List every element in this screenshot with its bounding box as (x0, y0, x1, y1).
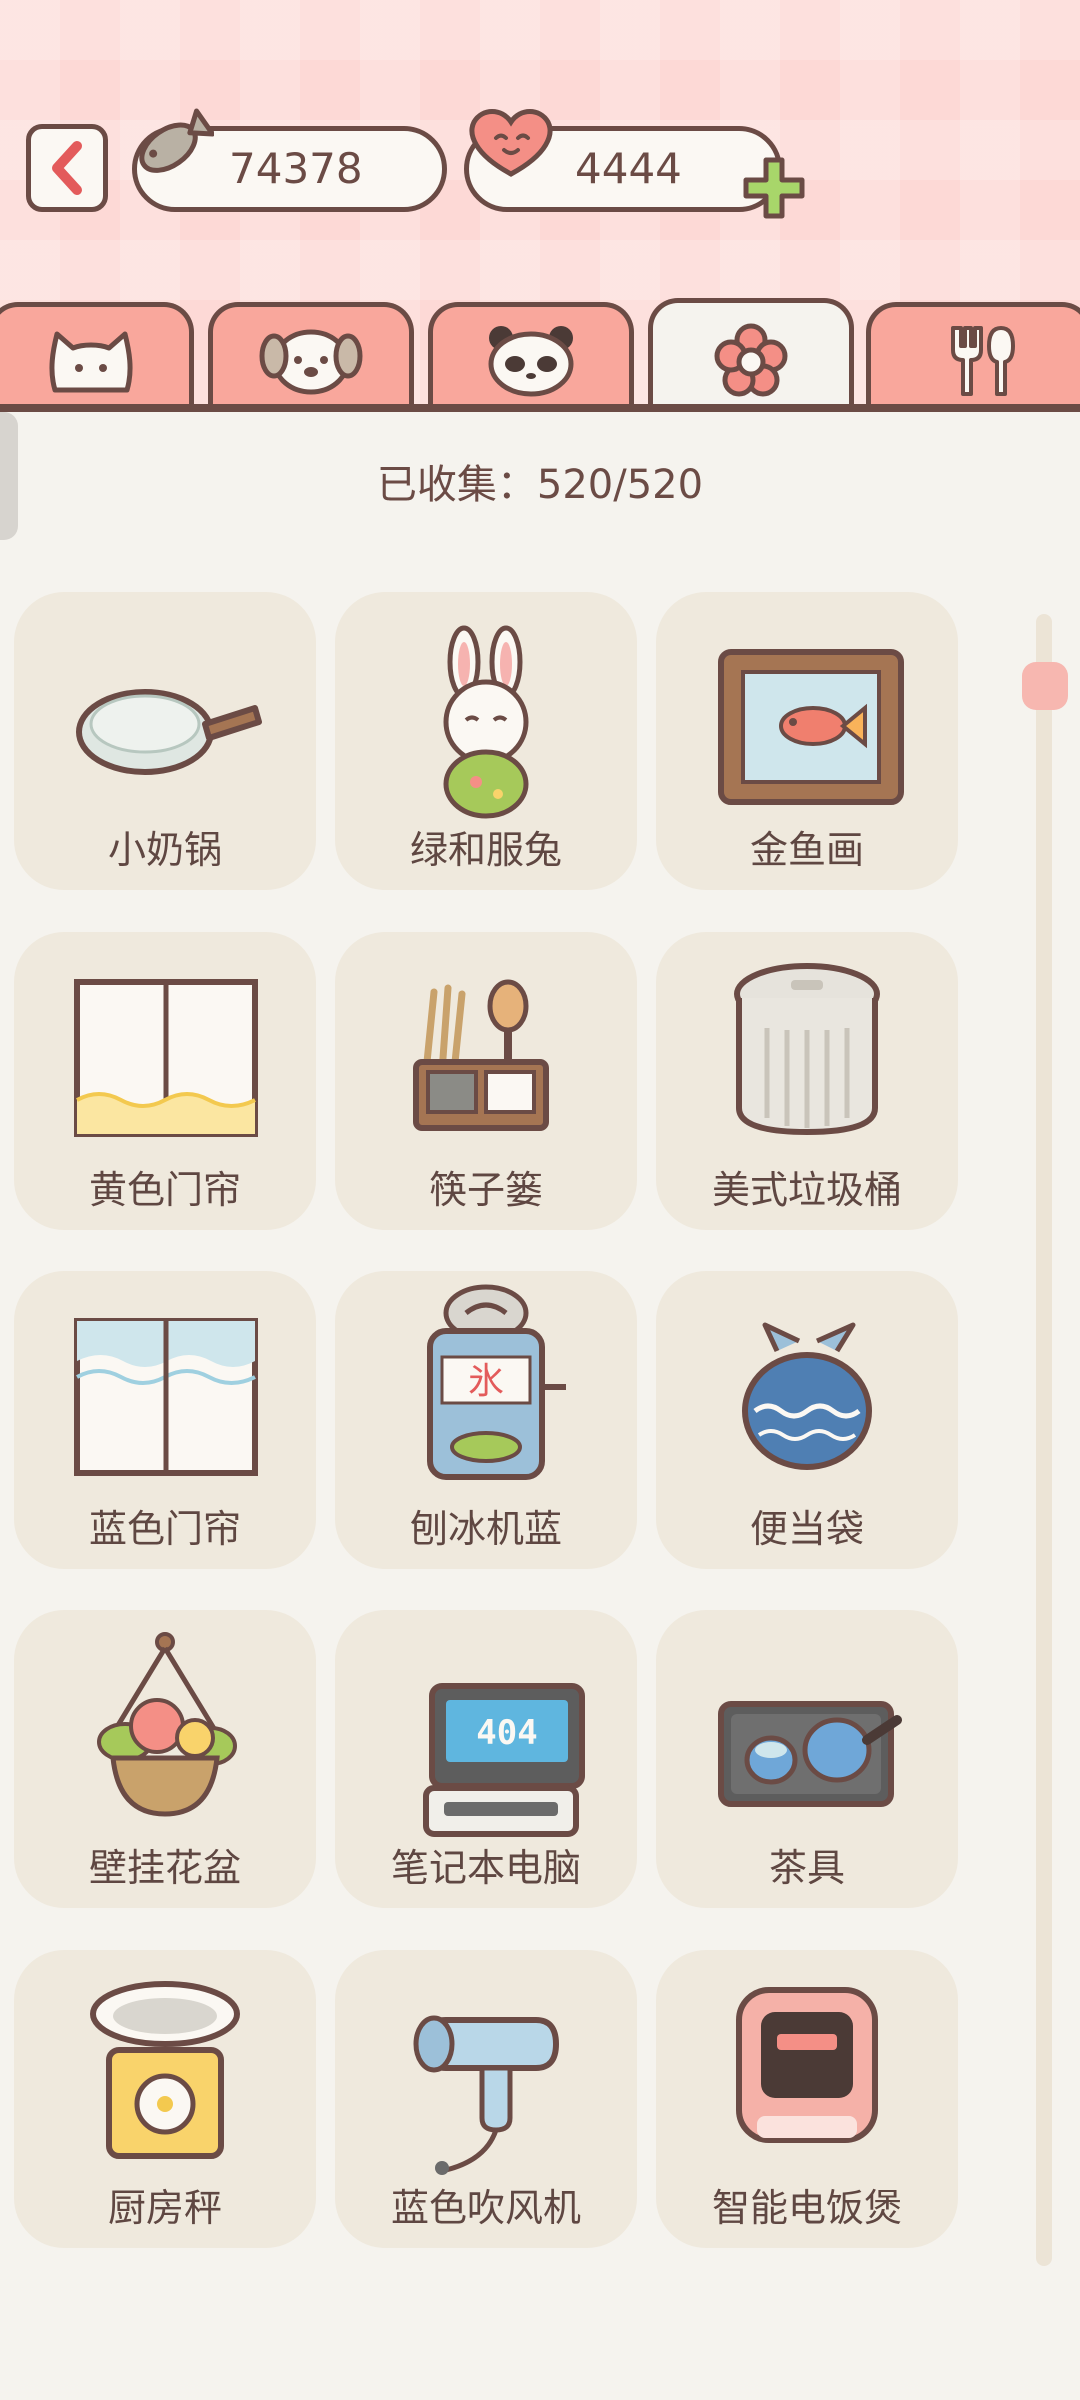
item-label: 茶具 (768, 1846, 845, 1890)
shaved-ice-machine-icon: 氷 (427, 1284, 566, 1480)
tab-dog[interactable] (208, 302, 414, 412)
kitchen-scale-icon (90, 1981, 240, 2159)
tab-furniture[interactable] (648, 298, 854, 416)
dog-icon (259, 329, 363, 394)
item-label: 筷子篓 (428, 1168, 543, 1212)
item-label: 壁挂花盆 (88, 1846, 241, 1890)
item-card[interactable]: 美式垃圾桶 (656, 932, 958, 1230)
item-label: 金鱼画 (749, 828, 864, 872)
rice-cooker-icon (736, 1987, 878, 2143)
heart-currency-value: 4444 (575, 144, 682, 193)
item-card[interactable]: 金鱼画 (656, 592, 958, 890)
item-label: 厨房秤 (107, 2186, 222, 2230)
scrollbar-thumb[interactable] (1022, 662, 1068, 710)
item-card[interactable]: 蓝色吹风机 (335, 1950, 637, 2248)
heart-icon (469, 109, 553, 177)
item-label: 蓝色吹风机 (390, 2186, 581, 2230)
green-kimono-rabbit-icon (443, 625, 529, 819)
back-button[interactable] (26, 124, 108, 212)
item-card[interactable]: 绿和服兔 (335, 592, 637, 890)
item-label: 小奶锅 (107, 828, 222, 872)
tab-panda[interactable] (428, 302, 634, 412)
scrollbar-track[interactable] (1036, 614, 1052, 2266)
item-card[interactable]: 筷子篓 (335, 932, 637, 1230)
item-label: 笔记本电脑 (390, 1846, 581, 1890)
item-card[interactable]: 蓝色门帘 (14, 1271, 316, 1569)
item-label: 黄色门帘 (88, 1168, 241, 1212)
chopstick-holder-icon (413, 979, 549, 1131)
fish-currency-value: 74378 (229, 144, 363, 193)
item-card[interactable]: 黄色门帘 (14, 932, 316, 1230)
back-arrow-icon (52, 141, 82, 195)
item-card[interactable]: 氷 刨冰机蓝 (335, 1271, 637, 1569)
collection-count: 已收集：520/520 (376, 462, 704, 508)
cat-icon (49, 331, 133, 392)
item-card[interactable]: 厨房秤 (14, 1950, 316, 2248)
item-card[interactable]: 便当袋 (656, 1271, 958, 1569)
item-card[interactable]: 404 笔记本电脑 (335, 1610, 637, 1908)
fish-icon (139, 108, 214, 173)
tab-cat[interactable] (0, 302, 194, 412)
flower-icon (714, 323, 788, 396)
fork-spoon-icon (951, 325, 1015, 396)
category-tabs (0, 298, 1080, 416)
laptop-icon: 404 (423, 1683, 585, 1837)
bento-bag-icon (742, 1322, 872, 1470)
laptop-screen-text: 404 (476, 1713, 537, 1753)
panda-icon (488, 325, 574, 396)
blue-curtain-icon (74, 1318, 258, 1476)
item-label: 刨冰机蓝 (409, 1507, 562, 1551)
hanging-flower-pot-icon (97, 1632, 237, 1817)
tea-set-icon (718, 1701, 902, 1807)
tabs-divider (0, 404, 1080, 412)
yellow-curtain-icon (74, 979, 258, 1137)
item-card[interactable]: 小奶锅 (14, 592, 316, 890)
goldfish-painting-icon (718, 649, 904, 805)
milk-pan-icon (76, 689, 262, 775)
item-card[interactable]: 壁挂花盆 (14, 1610, 316, 1908)
plus-icon (743, 157, 805, 219)
trash-can-icon (734, 963, 880, 1136)
item-card[interactable]: 智能电饭煲 (656, 1950, 958, 2248)
item-label: 美式垃圾桶 (711, 1168, 902, 1212)
item-card[interactable]: 茶具 (656, 1610, 958, 1908)
item-label: 智能电饭煲 (711, 2186, 902, 2230)
item-label: 绿和服兔 (409, 828, 562, 872)
tab-food[interactable] (866, 302, 1080, 412)
top-bar: 74378 4444 (0, 0, 1080, 420)
item-label: 蓝色门帘 (88, 1507, 241, 1551)
item-label: 便当袋 (749, 1507, 864, 1551)
blue-hair-dryer-icon (413, 2015, 560, 2175)
add-currency-button[interactable] (740, 154, 808, 222)
ice-sign-text: 氷 (468, 1361, 504, 1402)
